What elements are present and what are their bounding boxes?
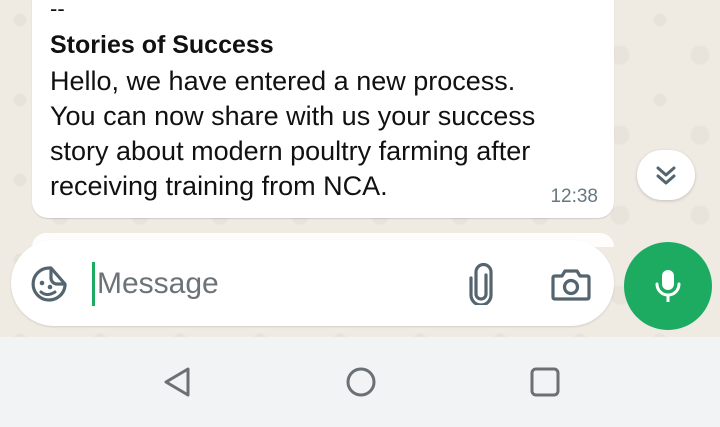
message-input[interactable] <box>97 256 437 312</box>
circle-home-icon[interactable] <box>343 364 379 400</box>
message-body: Hello, we have entered a new process. Yo… <box>50 64 606 204</box>
message-line: Hello, we have entered a new process. <box>50 66 516 96</box>
text-cursor <box>92 262 95 306</box>
paperclip-icon[interactable] <box>463 263 499 305</box>
message-line: story about modern poultry farming after <box>50 136 531 166</box>
voice-message-button[interactable] <box>624 242 712 330</box>
message-title: Stories of Success <box>50 31 274 59</box>
camera-icon[interactable] <box>549 264 593 304</box>
scroll-to-bottom-button[interactable] <box>637 150 695 200</box>
message-bubble[interactable]: -- Stories of Success Hello, we have ent… <box>32 0 614 218</box>
microphone-icon <box>655 270 681 302</box>
message-line: receiving training from NCA. <box>50 171 388 201</box>
message-timestamp: 12:38 <box>550 186 598 207</box>
message-separator: -- <box>50 0 65 21</box>
message-composer <box>11 240 614 326</box>
triangle-back-icon[interactable] <box>160 365 194 399</box>
square-recents-icon[interactable] <box>527 364 563 400</box>
sticker-icon[interactable] <box>29 264 69 304</box>
message-line: You can now share with us your success <box>50 101 536 131</box>
double-chevron-down-icon <box>656 166 676 185</box>
